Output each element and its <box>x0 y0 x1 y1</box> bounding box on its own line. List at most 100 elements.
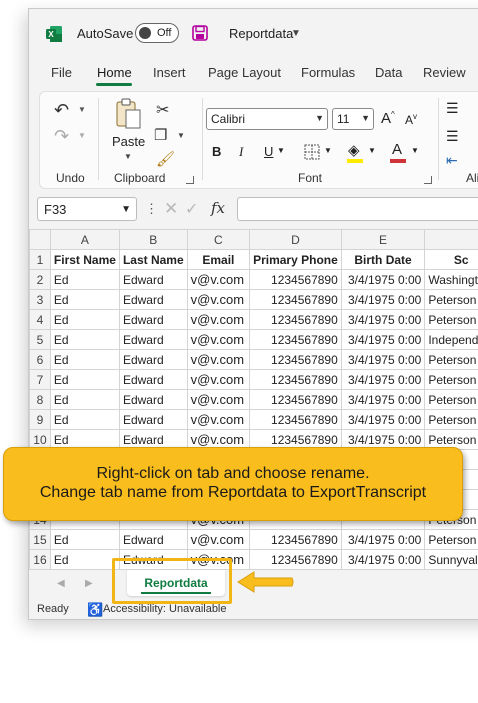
cell[interactable]: Peterson <box>424 529 478 550</box>
cell[interactable]: Ed <box>49 329 120 350</box>
copy-icon[interactable]: ❐ <box>154 126 167 144</box>
borders-dropdown-icon[interactable]: ▼ <box>324 146 332 155</box>
cell[interactable]: 3/4/1975 0:00 <box>340 529 426 550</box>
row-header[interactable]: 9 <box>29 409 51 430</box>
cell[interactable]: 3/4/1975 0:00 <box>340 369 426 390</box>
chevron-down-icon[interactable]: ▼ <box>291 28 301 39</box>
cell[interactable]: Primary Phone <box>249 249 342 270</box>
tab-review[interactable]: Review <box>423 65 466 80</box>
cell[interactable]: 1234567890 <box>249 329 342 350</box>
cell[interactable]: Ed <box>49 549 120 569</box>
font-name-dropdown[interactable]: Calibri ▼ <box>206 108 328 130</box>
cut-icon[interactable]: ✂ <box>156 100 169 120</box>
row-header[interactable]: 1 <box>29 249 51 270</box>
paste-dropdown-icon[interactable]: ▼ <box>124 152 132 161</box>
cell[interactable]: Edward <box>118 309 188 330</box>
tab-page-layout[interactable]: Page Layout <box>208 65 281 80</box>
cell[interactable]: Peterson <box>424 389 478 410</box>
bold-button[interactable]: B <box>212 144 221 159</box>
align-left-icon[interactable]: ☰ <box>446 128 459 145</box>
cell[interactable]: Ed <box>49 369 120 390</box>
cell[interactable]: v@v.com <box>186 409 251 430</box>
paste-icon[interactable] <box>114 98 144 130</box>
row-header[interactable]: 8 <box>29 389 51 410</box>
font-size-dropdown[interactable]: 11 ▼ <box>332 108 374 130</box>
row-header[interactable]: 6 <box>29 349 51 370</box>
save-icon[interactable] <box>192 25 208 41</box>
column-header-f[interactable] <box>424 229 478 250</box>
redo-icon[interactable]: ↷ <box>54 126 69 147</box>
borders-icon[interactable] <box>304 144 320 160</box>
copy-dropdown-icon[interactable]: ▼ <box>177 131 185 140</box>
column-header-c[interactable]: C <box>186 229 251 250</box>
insert-function-button[interactable]: fx <box>211 199 225 217</box>
formula-input[interactable] <box>237 197 478 221</box>
cell[interactable]: Independ <box>424 329 478 350</box>
name-box[interactable]: F33 ▼ <box>37 197 137 221</box>
tab-home[interactable]: Home <box>97 65 132 80</box>
cell[interactable]: Edward <box>118 529 188 550</box>
column-header-e[interactable]: E <box>340 229 426 250</box>
decrease-font-size-icon[interactable]: Av <box>405 112 417 127</box>
column-header-b[interactable]: B <box>118 229 188 250</box>
cell[interactable]: 3/4/1975 0:00 <box>340 389 426 410</box>
more-options-icon[interactable]: ⋮ <box>145 201 158 217</box>
cell[interactable]: 1234567890 <box>249 289 342 310</box>
row-header[interactable]: 2 <box>29 269 51 290</box>
cell[interactable]: First Name <box>49 249 120 270</box>
clipboard-launcher-icon[interactable] <box>186 176 194 184</box>
cell[interactable]: 3/4/1975 0:00 <box>340 329 426 350</box>
cell[interactable]: 1234567890 <box>249 389 342 410</box>
cell[interactable]: Ed <box>49 409 120 430</box>
undo-icon[interactable]: ↶ <box>54 100 69 121</box>
cell[interactable]: Edward <box>118 409 188 430</box>
cell[interactable]: Edward <box>118 289 188 310</box>
underline-button[interactable]: U <box>264 144 273 159</box>
cell[interactable]: 3/4/1975 0:00 <box>340 309 426 330</box>
cell[interactable]: 3/4/1975 0:00 <box>340 289 426 310</box>
cell[interactable]: v@v.com <box>186 269 251 290</box>
cell[interactable]: 3/4/1975 0:00 <box>340 349 426 370</box>
undo-dropdown-icon[interactable]: ▼ <box>78 105 86 114</box>
row-header[interactable]: 3 <box>29 289 51 310</box>
scroll-tabs-right-icon[interactable]: ▶ <box>85 578 93 589</box>
cell[interactable]: Ed <box>49 349 120 370</box>
fill-color-dropdown-icon[interactable]: ▼ <box>368 146 376 155</box>
cell[interactable]: Ed <box>49 389 120 410</box>
cell[interactable]: v@v.com <box>186 289 251 310</box>
cell[interactable]: Ed <box>49 289 120 310</box>
tab-file[interactable]: File <box>51 65 72 80</box>
cell[interactable]: v@v.com <box>186 529 251 550</box>
cell[interactable]: Email <box>186 249 251 270</box>
cell[interactable]: Ed <box>49 309 120 330</box>
cell[interactable]: Edward <box>118 269 188 290</box>
font-color-dropdown-icon[interactable]: ▼ <box>411 146 419 155</box>
row-header[interactable]: 7 <box>29 369 51 390</box>
cell[interactable]: Sc <box>424 249 478 270</box>
tab-insert[interactable]: Insert <box>153 65 186 80</box>
cell[interactable]: v@v.com <box>186 369 251 390</box>
column-header-a[interactable]: A <box>49 229 120 250</box>
cell[interactable]: Peterson <box>424 349 478 370</box>
font-launcher-icon[interactable] <box>424 176 432 184</box>
enter-check-icon[interactable]: ✓ <box>185 199 198 219</box>
cell[interactable]: Edward <box>118 389 188 410</box>
cell[interactable]: v@v.com <box>186 329 251 350</box>
cell[interactable]: Washingt <box>424 269 478 290</box>
cell[interactable]: Last Name <box>118 249 188 270</box>
cell[interactable]: Peterson <box>424 309 478 330</box>
cell[interactable]: Ed <box>49 529 120 550</box>
cell[interactable]: Ed <box>49 269 120 290</box>
cell[interactable]: Birth Date <box>340 249 426 270</box>
cell[interactable]: Edward <box>118 329 188 350</box>
cell[interactable]: 3/4/1975 0:00 <box>340 409 426 430</box>
font-color-icon[interactable]: A <box>392 141 402 158</box>
cell[interactable]: Edward <box>118 369 188 390</box>
document-title[interactable]: Reportdata <box>229 26 293 41</box>
autosave-toggle[interactable]: Off <box>135 23 179 43</box>
tab-data[interactable]: Data <box>375 65 402 80</box>
cell[interactable]: Peterson <box>424 289 478 310</box>
cell[interactable]: Sunnyvale <box>424 549 478 569</box>
row-header[interactable]: 16 <box>29 549 51 569</box>
redo-dropdown-icon[interactable]: ▼ <box>78 131 86 140</box>
